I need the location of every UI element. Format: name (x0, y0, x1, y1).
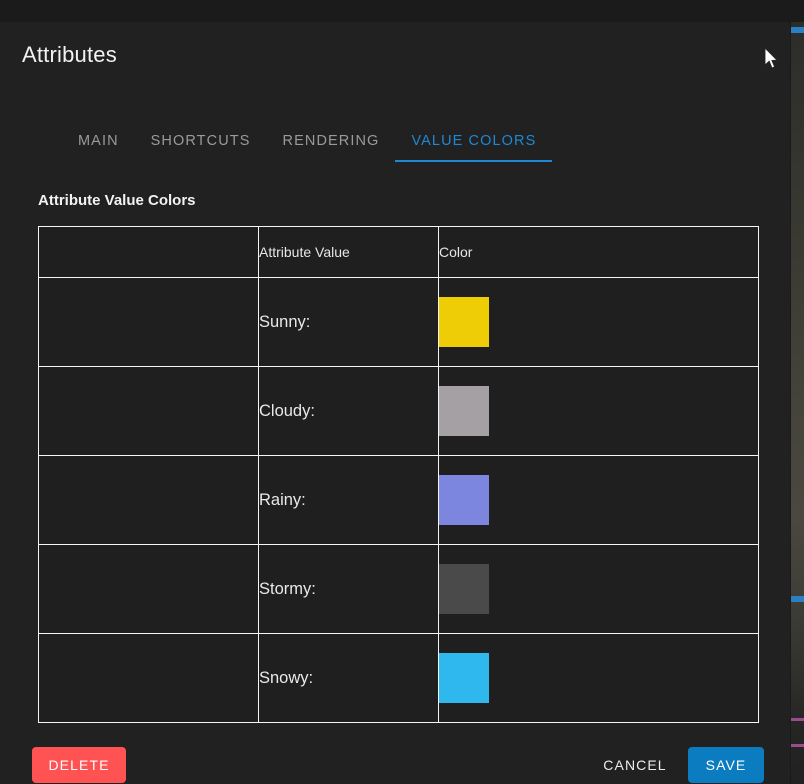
column-header-attribute-value: Attribute Value (258, 226, 439, 278)
attributes-dialog: Attributes MAIN SHORTCUTS RENDERING VALU… (0, 22, 790, 784)
background-marker-magenta-upper (788, 718, 804, 721)
cancel-button[interactable]: CANCEL (590, 747, 680, 783)
color-cell-snowy (438, 633, 759, 723)
table-row: Rainy: (38, 455, 759, 545)
color-cell-sunny (438, 277, 759, 367)
color-swatch-cloudy[interactable] (439, 386, 489, 436)
color-swatch-snowy[interactable] (439, 653, 489, 703)
attribute-value-label-sunny: Sunny: (258, 277, 439, 367)
tab-rendering[interactable]: RENDERING (267, 133, 396, 162)
row-spacer-cell (38, 455, 259, 545)
background-timeline-strip (788, 0, 804, 784)
section-heading: Attribute Value Colors (38, 192, 196, 209)
tab-main[interactable]: MAIN (62, 133, 135, 162)
attribute-value-colors-table: Attribute Value Color Sunny: Cloudy: Rai… (38, 226, 759, 723)
table-row: Cloudy: (38, 366, 759, 456)
attribute-value-label-rainy: Rainy: (258, 455, 439, 545)
row-spacer-cell (38, 366, 259, 456)
table-body: Sunny: Cloudy: Rainy: Stormy: Snowy: (38, 277, 759, 723)
delete-button[interactable]: DELETE (32, 747, 126, 783)
background-marker-magenta-lower (788, 744, 804, 747)
table-header: Attribute Value Color (38, 226, 759, 278)
row-spacer-cell (38, 277, 259, 367)
row-spacer-cell (38, 633, 259, 723)
column-header-color: Color (438, 226, 759, 278)
tab-bar: MAIN SHORTCUTS RENDERING VALUE COLORS (62, 114, 553, 162)
table-row: Stormy: (38, 544, 759, 634)
color-swatch-stormy[interactable] (439, 564, 489, 614)
save-button[interactable]: SAVE (688, 747, 764, 783)
attribute-value-label-snowy: Snowy: (258, 633, 439, 723)
row-spacer-cell (38, 544, 259, 634)
table-row: Sunny: (38, 277, 759, 367)
background-marker-blue-bottom (788, 596, 804, 602)
table-header-row: Attribute Value Color (38, 226, 759, 278)
attribute-value-label-stormy: Stormy: (258, 544, 439, 634)
tab-shortcuts[interactable]: SHORTCUTS (135, 133, 267, 162)
color-cell-stormy (438, 544, 759, 634)
background-marker-blue-top (788, 27, 804, 33)
color-swatch-sunny[interactable] (439, 297, 489, 347)
attribute-value-label-cloudy: Cloudy: (258, 366, 439, 456)
color-cell-cloudy (438, 366, 759, 456)
table-row: Snowy: (38, 633, 759, 723)
column-header-spacer (38, 226, 259, 278)
tab-value-colors[interactable]: VALUE COLORS (395, 133, 553, 162)
page-title: Attributes (22, 42, 117, 67)
window-title-strip (0, 0, 804, 22)
color-swatch-rainy[interactable] (439, 475, 489, 525)
color-cell-rainy (438, 455, 759, 545)
